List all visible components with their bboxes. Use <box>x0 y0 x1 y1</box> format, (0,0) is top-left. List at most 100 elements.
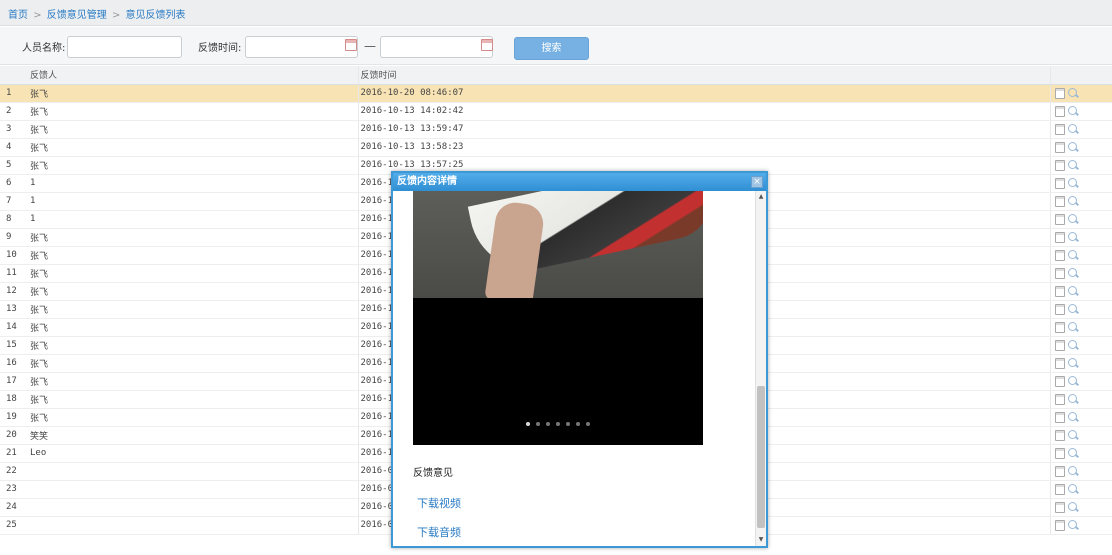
magnifier-icon[interactable] <box>1067 177 1079 189</box>
name-header[interactable]: 反馈人 <box>28 66 359 85</box>
row-name <box>28 480 359 499</box>
carousel-dot[interactable] <box>576 422 580 426</box>
magnifier-icon[interactable] <box>1067 267 1079 279</box>
document-icon[interactable] <box>1054 357 1065 369</box>
magnifier-icon[interactable] <box>1067 465 1079 477</box>
magnifier-icon[interactable] <box>1067 159 1079 171</box>
document-icon[interactable] <box>1054 249 1065 261</box>
document-icon[interactable] <box>1054 393 1065 405</box>
breadcrumb-feedback-list[interactable]: 意见反馈列表 <box>126 10 186 21</box>
document-icon[interactable] <box>1054 483 1065 495</box>
search-button[interactable]: 搜索 <box>514 37 589 60</box>
close-icon[interactable]: × <box>751 176 763 188</box>
table-row[interactable]: 3 张飞 2016-10-13 13:59:47 <box>0 120 1112 139</box>
media-carousel[interactable] <box>413 298 703 445</box>
magnifier-icon[interactable] <box>1067 123 1079 135</box>
document-icon[interactable] <box>1054 213 1065 225</box>
row-name: Leo <box>28 444 359 463</box>
row-index: 5 <box>0 156 28 175</box>
document-icon[interactable] <box>1054 447 1065 459</box>
carousel-dot[interactable] <box>556 422 560 426</box>
carousel-dot[interactable] <box>586 422 590 426</box>
breadcrumb: 首页 > 反馈意见管理 > 意见反馈列表 <box>0 0 1112 26</box>
scroll-down-icon[interactable]: ▼ <box>756 534 766 546</box>
document-icon[interactable] <box>1054 339 1065 351</box>
row-index: 21 <box>0 444 28 463</box>
carousel-dot[interactable] <box>546 422 550 426</box>
document-icon[interactable] <box>1054 465 1065 477</box>
download-audio-link[interactable]: 下载音频 <box>417 524 461 540</box>
magnifier-icon[interactable] <box>1067 339 1079 351</box>
table-row[interactable]: 1 张飞 2016-10-20 08:46:07 <box>0 84 1112 103</box>
row-index: 16 <box>0 354 28 373</box>
carousel-dot[interactable] <box>526 422 530 426</box>
document-icon[interactable] <box>1054 519 1065 531</box>
document-icon[interactable] <box>1054 195 1065 207</box>
time-to-input[interactable] <box>380 36 493 58</box>
document-icon[interactable] <box>1054 285 1065 297</box>
row-actions <box>1049 192 1112 211</box>
breadcrumb-home[interactable]: 首页 <box>8 10 28 21</box>
table-row[interactable]: 2 张飞 2016-10-13 14:02:42 <box>0 102 1112 121</box>
magnifier-icon[interactable] <box>1067 393 1079 405</box>
row-index: 18 <box>0 390 28 409</box>
time-header[interactable]: 反馈时间 <box>358 66 1050 85</box>
magnifier-icon[interactable] <box>1067 195 1079 207</box>
magnifier-icon[interactable] <box>1067 375 1079 387</box>
document-icon[interactable] <box>1054 429 1065 441</box>
magnifier-icon[interactable] <box>1067 411 1079 423</box>
document-icon[interactable] <box>1054 303 1065 315</box>
table-row[interactable]: 4 张飞 2016-10-13 13:58:23 <box>0 138 1112 157</box>
row-actions <box>1049 390 1112 409</box>
row-name: 笑笑 <box>28 426 359 445</box>
magnifier-icon[interactable] <box>1067 141 1079 153</box>
time-from-input[interactable] <box>245 36 358 58</box>
document-icon[interactable] <box>1054 159 1065 171</box>
calendar-icon[interactable] <box>345 39 357 51</box>
document-icon[interactable] <box>1054 123 1065 135</box>
magnifier-icon[interactable] <box>1067 447 1079 459</box>
document-icon[interactable] <box>1054 375 1065 387</box>
row-index: 24 <box>0 498 28 517</box>
document-icon[interactable] <box>1054 87 1065 99</box>
row-time: 2016-10-20 08:46:07 <box>358 84 1050 103</box>
row-actions <box>1049 246 1112 265</box>
magnifier-icon[interactable] <box>1067 285 1079 297</box>
row-actions <box>1049 426 1112 445</box>
row-index: 1 <box>0 84 28 103</box>
document-icon[interactable] <box>1054 267 1065 279</box>
dialog-body: 反馈意见 下载视频 下载音频 ▲ ▼ <box>393 191 766 546</box>
person-name-input[interactable] <box>67 36 182 58</box>
scroll-up-icon[interactable]: ▲ <box>756 191 766 203</box>
dialog-scrollbar[interactable]: ▲ ▼ <box>755 191 766 546</box>
document-icon[interactable] <box>1054 321 1065 333</box>
magnifier-icon[interactable] <box>1067 87 1079 99</box>
magnifier-icon[interactable] <box>1067 429 1079 441</box>
document-icon[interactable] <box>1054 141 1065 153</box>
document-icon[interactable] <box>1054 105 1065 117</box>
magnifier-icon[interactable] <box>1067 483 1079 495</box>
download-video-link[interactable]: 下载视频 <box>417 495 461 511</box>
document-icon[interactable] <box>1054 177 1065 189</box>
row-name: 张飞 <box>28 318 359 337</box>
row-name: 张飞 <box>28 372 359 391</box>
feedback-photo[interactable] <box>413 191 703 298</box>
document-icon[interactable] <box>1054 231 1065 243</box>
scroll-thumb[interactable] <box>757 386 765 528</box>
calendar-icon[interactable] <box>481 39 493 51</box>
carousel-dot[interactable] <box>566 422 570 426</box>
magnifier-icon[interactable] <box>1067 303 1079 315</box>
magnifier-icon[interactable] <box>1067 105 1079 117</box>
magnifier-icon[interactable] <box>1067 249 1079 261</box>
magnifier-icon[interactable] <box>1067 519 1079 531</box>
magnifier-icon[interactable] <box>1067 321 1079 333</box>
magnifier-icon[interactable] <box>1067 213 1079 225</box>
document-icon[interactable] <box>1054 411 1065 423</box>
magnifier-icon[interactable] <box>1067 231 1079 243</box>
document-icon[interactable] <box>1054 501 1065 513</box>
magnifier-icon[interactable] <box>1067 357 1079 369</box>
row-index: 19 <box>0 408 28 427</box>
magnifier-icon[interactable] <box>1067 501 1079 513</box>
carousel-dot[interactable] <box>536 422 540 426</box>
breadcrumb-feedback-management[interactable]: 反馈意见管理 <box>47 10 107 21</box>
